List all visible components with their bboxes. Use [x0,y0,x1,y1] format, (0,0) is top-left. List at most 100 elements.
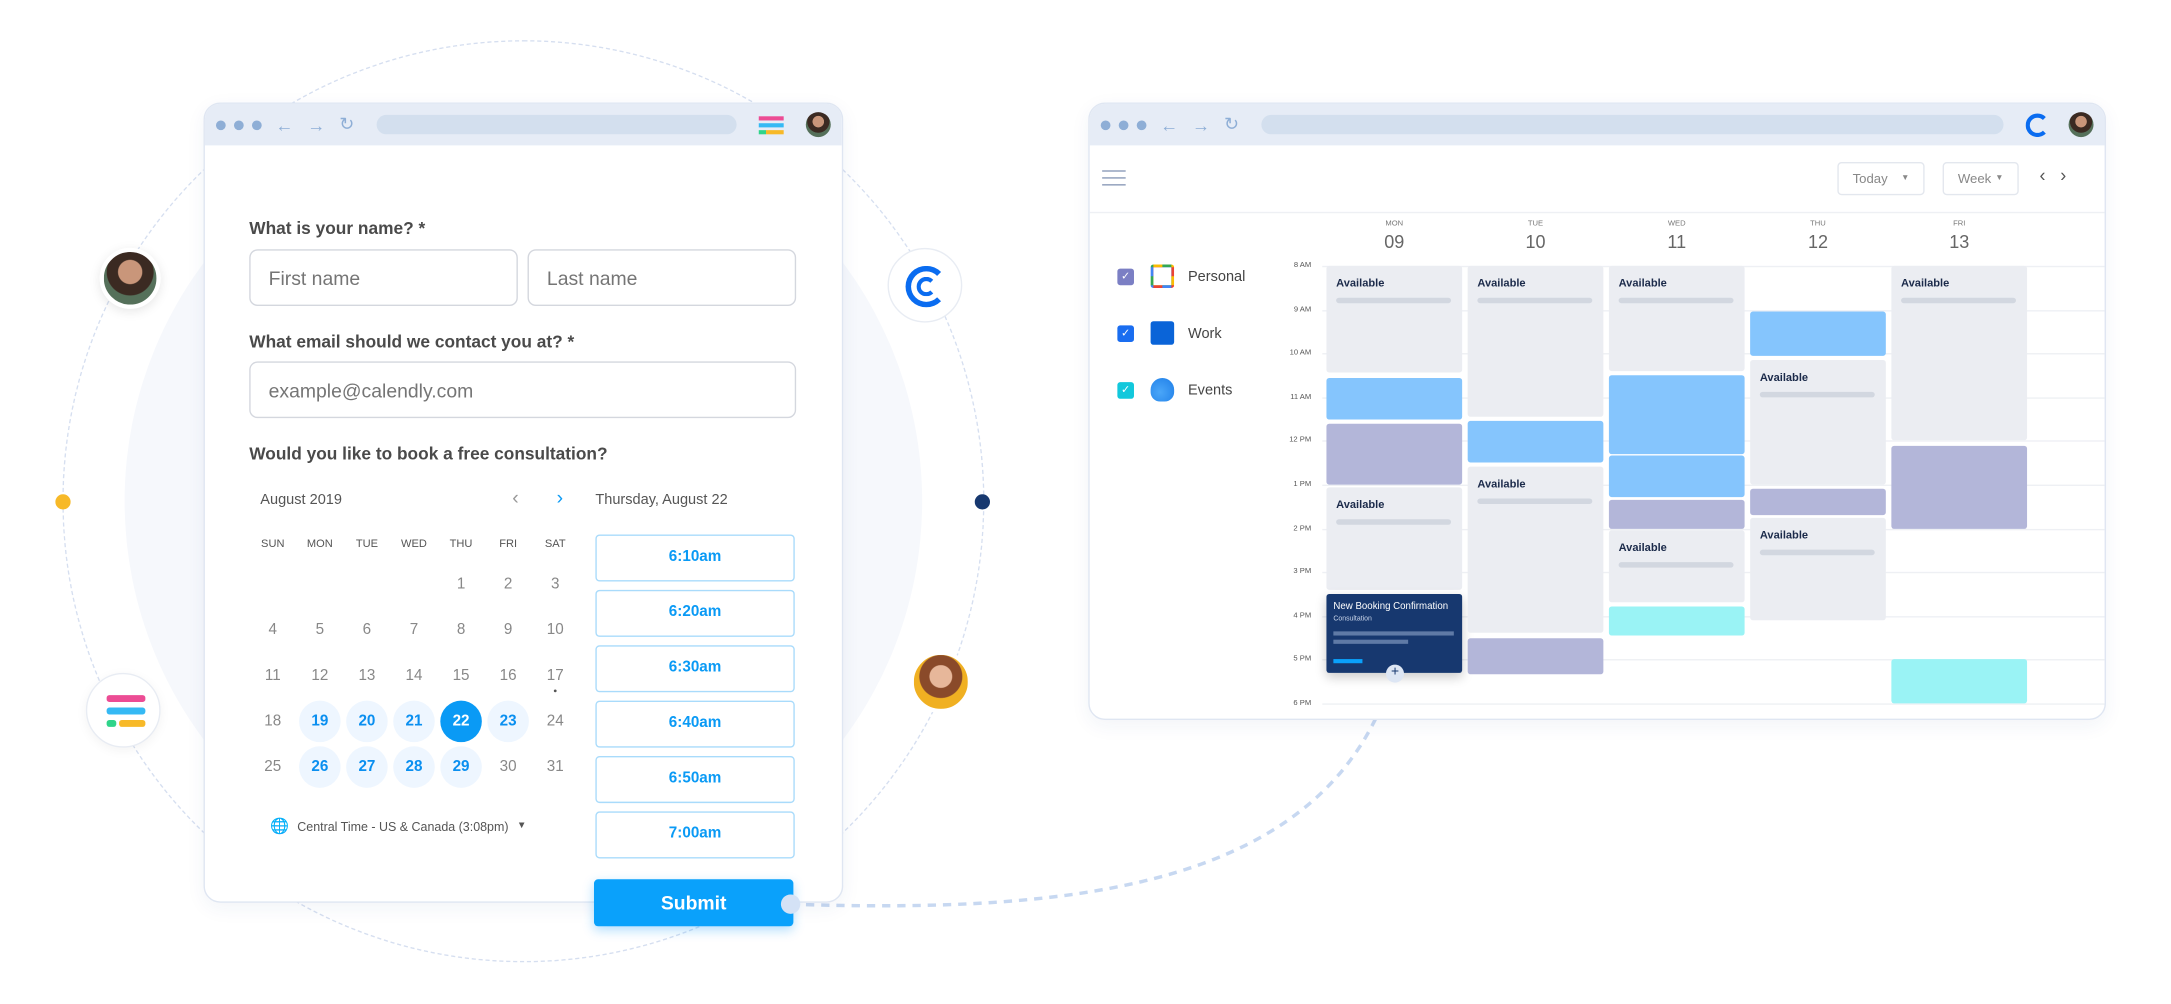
day-header[interactable]: TUE 10 [1468,220,1604,252]
globe-icon: 🌐 [269,818,289,835]
calendar-day[interactable]: 19 [299,700,341,743]
day-of-week: THU [1810,220,1826,229]
day-header[interactable]: MON 09 [1326,220,1462,252]
time-slot-button[interactable]: 7:00am [595,811,795,859]
calendar-toggle-work[interactable]: ✓ Work [1117,321,1222,345]
checkbox[interactable]: ✓ [1117,381,1134,399]
today-dropdown[interactable]: Today ▼ [1837,161,1925,196]
available-slot[interactable]: Available [1750,359,1886,485]
reload-icon[interactable]: ↻ [339,114,354,136]
submit-button[interactable]: Submit [593,879,794,927]
available-slot[interactable]: Available [1326,265,1463,374]
calendar-day: 10 [546,621,564,639]
window-dot [1136,119,1147,130]
next-week-button[interactable]: › [2060,165,2066,186]
calendar-day[interactable]: 22 [440,700,482,743]
placeholder-bar [1759,549,1876,555]
time-slot-button[interactable]: 6:30am [595,645,795,693]
address-bar[interactable] [376,114,737,135]
calendar-day[interactable]: 20 [346,700,388,743]
add-icon[interactable]: + [1385,664,1404,683]
time-slot-button[interactable]: 6:10am [595,534,795,582]
last-name-input[interactable] [527,249,797,306]
user-avatar[interactable] [805,112,831,138]
time-label: 2 PM [1293,524,1312,533]
forward-icon[interactable]: → [1192,114,1210,135]
calendar-event[interactable] [1608,499,1745,529]
checkbox[interactable]: ✓ [1117,267,1134,285]
back-icon[interactable]: ← [276,114,294,135]
calendar-day[interactable]: 27 [346,746,388,788]
calendar-event[interactable] [1326,377,1463,419]
available-slot[interactable]: Available [1326,486,1463,590]
calendar-day[interactable]: 23 [487,700,529,743]
checkbox[interactable]: ✓ [1117,324,1134,342]
menu-icon[interactable] [1102,170,1126,186]
available-slot[interactable]: Available [1467,467,1604,634]
prev-month-button[interactable]: ‹ [512,486,518,508]
booking-event[interactable]: New Booking Confirmation Consultation [1326,593,1463,673]
available-slot[interactable]: Available [1608,530,1745,603]
available-slot[interactable]: Available [1608,265,1745,371]
next-month-button[interactable]: › [557,486,563,508]
time-slot-button[interactable]: 6:50am [595,755,795,804]
calendar-event[interactable] [1750,311,1886,356]
calendar-day: 4 [268,621,278,639]
calendar-toggle-personal[interactable]: ✓ Personal [1117,264,1245,288]
time-slot-button[interactable]: 6:40am [595,700,795,748]
calendar-event[interactable] [1891,659,2028,704]
calendar-day[interactable]: 28 [393,746,435,788]
day-number: 12 [1807,231,1828,252]
calendar-day: 11 [264,667,281,684]
calendar-event[interactable] [1608,375,1745,454]
weekday-header: THU [449,537,473,550]
prev-week-button[interactable]: ‹ [2040,165,2046,186]
timezone-select[interactable]: 🌐 Central Time - US & Canada (3:08pm) ▼ [270,817,526,835]
user-avatar[interactable] [2068,112,2094,138]
calendar-day[interactable]: 21 [393,700,435,743]
calendar-toggle-events[interactable]: ✓ Events [1117,377,1232,402]
calendar-day: 15 [452,667,470,684]
view-dropdown[interactable]: Week ▼ [1942,161,2019,196]
calendar-day[interactable]: 29 [440,746,482,788]
window-dot [215,119,226,130]
calendar-event[interactable] [1467,421,1604,463]
available-slot[interactable]: Available [1891,265,2028,441]
day-header[interactable]: WED 11 [1609,220,1745,252]
calendar-name: Personal [1187,267,1246,285]
calendar-event[interactable] [1608,607,1745,636]
calendar-event[interactable] [1608,456,1745,498]
calendar-day[interactable]: 26 [299,746,341,788]
time-label: 1 PM [1293,480,1312,489]
time-slot-button[interactable]: 6:20am [595,589,795,637]
connector-handle [780,894,801,914]
day-header[interactable]: FRI 13 [1891,220,2027,252]
weekday-header: MON [306,537,333,550]
email-input[interactable] [249,361,797,419]
calendar-event[interactable] [1891,445,2028,529]
submit-label: Submit [660,891,727,914]
forward-icon[interactable]: → [307,114,325,135]
address-bar[interactable] [1261,114,2004,135]
booking-subtitle: Consultation [1333,614,1372,624]
time-label: 5 PM [1293,655,1312,664]
calendar-event[interactable] [1750,488,1886,516]
time-label: 6 PM [1293,699,1312,708]
calendar-event[interactable] [1326,423,1463,485]
day-header[interactable]: THU 12 [1750,220,1886,252]
placeholder-bar [1759,391,1876,398]
reload-icon[interactable]: ↻ [1224,114,1239,136]
available-slot[interactable]: Available [1467,265,1604,417]
icloud-icon [1150,377,1175,402]
caret-down-icon: ▼ [1995,174,2004,183]
back-icon[interactable]: ← [1160,114,1178,135]
first-name-input[interactable] [249,249,518,306]
window-dot [1100,119,1111,130]
email-label: What email should we contact you at? * [249,332,575,352]
day-number: 09 [1384,231,1405,252]
calendar-day: 9 [503,621,513,639]
available-slot[interactable]: Available [1750,517,1886,621]
calendar-day: 24 [546,713,564,730]
calendar-event[interactable] [1467,637,1604,675]
browser-chrome: ← → ↻ [204,103,842,146]
